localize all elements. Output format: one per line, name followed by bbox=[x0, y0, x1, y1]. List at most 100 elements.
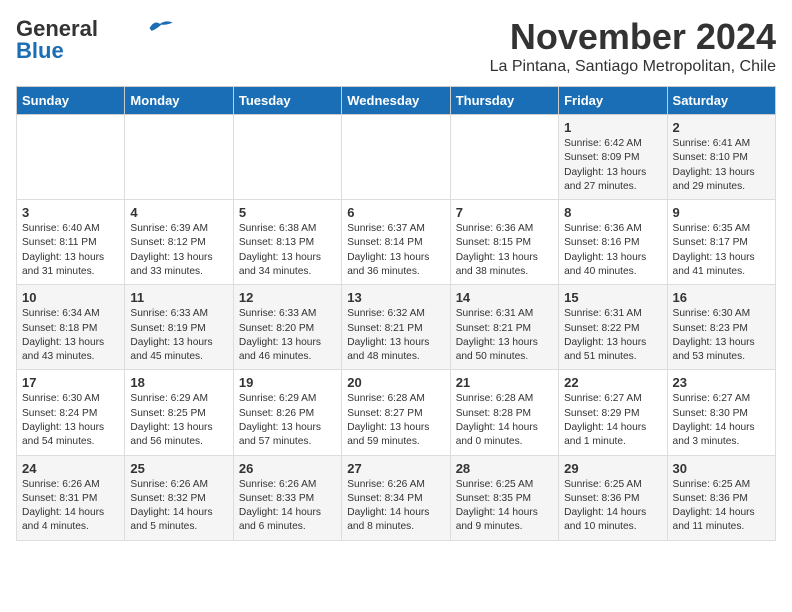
day-info: Sunrise: 6:28 AM Sunset: 8:27 PM Dayligh… bbox=[347, 392, 444, 449]
day-number: 3 bbox=[22, 205, 119, 220]
day-info: Sunrise: 6:36 AM Sunset: 8:16 PM Dayligh… bbox=[564, 222, 661, 279]
weekday-header-thursday: Thursday bbox=[450, 87, 558, 115]
day-number: 4 bbox=[130, 205, 227, 220]
calendar-cell: 23 Sunrise: 6:27 AM Sunset: 8:30 PM Dayli… bbox=[667, 370, 775, 455]
day-number: 18 bbox=[130, 375, 227, 390]
day-info: Sunrise: 6:31 AM Sunset: 8:21 PM Dayligh… bbox=[456, 307, 553, 364]
calendar-cell: 14 Sunrise: 6:31 AM Sunset: 8:21 PM Dayli… bbox=[450, 285, 558, 370]
day-number: 14 bbox=[456, 290, 553, 305]
calendar-cell: 28 Sunrise: 6:25 AM Sunset: 8:35 PM Dayli… bbox=[450, 455, 558, 540]
day-info: Sunrise: 6:31 AM Sunset: 8:22 PM Dayligh… bbox=[564, 307, 661, 364]
calendar-cell: 20 Sunrise: 6:28 AM Sunset: 8:27 PM Dayli… bbox=[342, 370, 450, 455]
calendar-cell: 8 Sunrise: 6:36 AM Sunset: 8:16 PM Daylig… bbox=[559, 200, 667, 285]
calendar-cell: 19 Sunrise: 6:29 AM Sunset: 8:26 PM Dayli… bbox=[233, 370, 341, 455]
calendar-cell: 11 Sunrise: 6:33 AM Sunset: 8:19 PM Dayli… bbox=[125, 285, 233, 370]
day-number: 5 bbox=[239, 205, 336, 220]
calendar-cell: 15Sunrise: 6:31 AM Sunset: 8:22 PM Dayli… bbox=[559, 285, 667, 370]
day-info: Sunrise: 6:26 AM Sunset: 8:34 PM Dayligh… bbox=[347, 478, 444, 535]
calendar-cell: 17 Sunrise: 6:30 AM Sunset: 8:24 PM Dayli… bbox=[17, 370, 125, 455]
calendar-cell bbox=[233, 115, 341, 200]
calendar-cell: 26 Sunrise: 6:26 AM Sunset: 8:33 PM Dayli… bbox=[233, 455, 341, 540]
day-number: 26 bbox=[239, 461, 336, 476]
day-info: Sunrise: 6:26 AM Sunset: 8:31 PM Dayligh… bbox=[22, 478, 119, 535]
day-info: Sunrise: 6:25 AM Sunset: 8:35 PM Dayligh… bbox=[456, 478, 553, 535]
day-info: Sunrise: 6:30 AM Sunset: 8:23 PM Dayligh… bbox=[673, 307, 770, 364]
day-number: 29 bbox=[564, 461, 661, 476]
day-number: 19 bbox=[239, 375, 336, 390]
calendar-cell: 2 Sunrise: 6:41 AM Sunset: 8:10 PM Daylig… bbox=[667, 115, 775, 200]
day-info: Sunrise: 6:25 AM Sunset: 8:36 PM Dayligh… bbox=[673, 478, 770, 535]
calendar-cell: 6 Sunrise: 6:37 AM Sunset: 8:14 PM Daylig… bbox=[342, 200, 450, 285]
day-info: Sunrise: 6:27 AM Sunset: 8:30 PM Dayligh… bbox=[673, 392, 770, 449]
day-info: Sunrise: 6:41 AM Sunset: 8:10 PM Dayligh… bbox=[673, 137, 770, 194]
day-number: 9 bbox=[673, 205, 770, 220]
calendar-cell: 24 Sunrise: 6:26 AM Sunset: 8:31 PM Dayli… bbox=[17, 455, 125, 540]
day-info: Sunrise: 6:40 AM Sunset: 8:11 PM Dayligh… bbox=[22, 222, 119, 279]
day-number: 12 bbox=[239, 290, 336, 305]
calendar-cell: 29 Sunrise: 6:25 AM Sunset: 8:36 PM Dayli… bbox=[559, 455, 667, 540]
calendar-week-row: 3 Sunrise: 6:40 AM Sunset: 8:11 PM Daylig… bbox=[17, 200, 776, 285]
day-info: Sunrise: 6:26 AM Sunset: 8:33 PM Dayligh… bbox=[239, 478, 336, 535]
title-area: November 2024 La Pintana, Santiago Metro… bbox=[490, 16, 776, 76]
calendar-cell: 12 Sunrise: 6:33 AM Sunset: 8:20 PM Dayli… bbox=[233, 285, 341, 370]
day-number: 10 bbox=[22, 290, 119, 305]
calendar-cell: 22 Sunrise: 6:27 AM Sunset: 8:29 PM Dayli… bbox=[559, 370, 667, 455]
day-info: Sunrise: 6:36 AM Sunset: 8:15 PM Dayligh… bbox=[456, 222, 553, 279]
calendar-cell: 18 Sunrise: 6:29 AM Sunset: 8:25 PM Dayli… bbox=[125, 370, 233, 455]
calendar-cell: 21 Sunrise: 6:28 AM Sunset: 8:28 PM Dayli… bbox=[450, 370, 558, 455]
day-info: Sunrise: 6:33 AM Sunset: 8:20 PM Dayligh… bbox=[239, 307, 336, 364]
calendar-cell: 3 Sunrise: 6:40 AM Sunset: 8:11 PM Daylig… bbox=[17, 200, 125, 285]
logo: General Blue bbox=[16, 16, 174, 64]
day-info: Sunrise: 6:26 AM Sunset: 8:32 PM Dayligh… bbox=[130, 478, 227, 535]
day-info: Sunrise: 6:28 AM Sunset: 8:28 PM Dayligh… bbox=[456, 392, 553, 449]
day-info: Sunrise: 6:38 AM Sunset: 8:13 PM Dayligh… bbox=[239, 222, 336, 279]
day-number: 16 bbox=[673, 290, 770, 305]
calendar-cell: 4 Sunrise: 6:39 AM Sunset: 8:12 PM Daylig… bbox=[125, 200, 233, 285]
day-number: 22 bbox=[564, 375, 661, 390]
calendar-cell bbox=[17, 115, 125, 200]
calendar-cell: 13Sunrise: 6:32 AM Sunset: 8:21 PM Dayli… bbox=[342, 285, 450, 370]
day-number: 7 bbox=[456, 205, 553, 220]
calendar-cell: 9 Sunrise: 6:35 AM Sunset: 8:17 PM Daylig… bbox=[667, 200, 775, 285]
day-number: 24 bbox=[22, 461, 119, 476]
calendar-week-row: 10 Sunrise: 6:34 AM Sunset: 8:18 PM Dayli… bbox=[17, 285, 776, 370]
day-number: 11 bbox=[130, 290, 227, 305]
day-info: Sunrise: 6:29 AM Sunset: 8:25 PM Dayligh… bbox=[130, 392, 227, 449]
calendar-cell bbox=[342, 115, 450, 200]
calendar-table: SundayMondayTuesdayWednesdayThursdayFrid… bbox=[16, 86, 776, 541]
day-number: 2 bbox=[673, 120, 770, 135]
weekday-header-row: SundayMondayTuesdayWednesdayThursdayFrid… bbox=[17, 87, 776, 115]
calendar-cell: 16 Sunrise: 6:30 AM Sunset: 8:23 PM Dayli… bbox=[667, 285, 775, 370]
calendar-cell: 5 Sunrise: 6:38 AM Sunset: 8:13 PM Daylig… bbox=[233, 200, 341, 285]
day-number: 30 bbox=[673, 461, 770, 476]
day-info: Sunrise: 6:27 AM Sunset: 8:29 PM Dayligh… bbox=[564, 392, 661, 449]
day-number: 6 bbox=[347, 205, 444, 220]
weekday-header-saturday: Saturday bbox=[667, 87, 775, 115]
day-number: 8 bbox=[564, 205, 661, 220]
day-info: Sunrise: 6:35 AM Sunset: 8:17 PM Dayligh… bbox=[673, 222, 770, 279]
day-number: 20 bbox=[347, 375, 444, 390]
day-number: 28 bbox=[456, 461, 553, 476]
day-number: 21 bbox=[456, 375, 553, 390]
weekday-header-monday: Monday bbox=[125, 87, 233, 115]
day-info: Sunrise: 6:33 AM Sunset: 8:19 PM Dayligh… bbox=[130, 307, 227, 364]
day-info: Sunrise: 6:30 AM Sunset: 8:24 PM Dayligh… bbox=[22, 392, 119, 449]
weekday-header-sunday: Sunday bbox=[17, 87, 125, 115]
logo-blue: Blue bbox=[16, 38, 64, 64]
day-info: Sunrise: 6:37 AM Sunset: 8:14 PM Dayligh… bbox=[347, 222, 444, 279]
day-info: Sunrise: 6:39 AM Sunset: 8:12 PM Dayligh… bbox=[130, 222, 227, 279]
day-number: 27 bbox=[347, 461, 444, 476]
calendar-cell: 10 Sunrise: 6:34 AM Sunset: 8:18 PM Dayli… bbox=[17, 285, 125, 370]
day-info: Sunrise: 6:34 AM Sunset: 8:18 PM Dayligh… bbox=[22, 307, 119, 364]
day-info: Sunrise: 6:25 AM Sunset: 8:36 PM Dayligh… bbox=[564, 478, 661, 535]
day-info: Sunrise: 6:42 AM Sunset: 8:09 PM Dayligh… bbox=[564, 137, 661, 194]
calendar-cell bbox=[450, 115, 558, 200]
weekday-header-friday: Friday bbox=[559, 87, 667, 115]
location-title: La Pintana, Santiago Metropolitan, Chile bbox=[490, 58, 776, 76]
day-number: 17 bbox=[22, 375, 119, 390]
day-number: 25 bbox=[130, 461, 227, 476]
calendar-cell bbox=[125, 115, 233, 200]
day-info: Sunrise: 6:29 AM Sunset: 8:26 PM Dayligh… bbox=[239, 392, 336, 449]
day-number: 23 bbox=[673, 375, 770, 390]
calendar-week-row: 17 Sunrise: 6:30 AM Sunset: 8:24 PM Dayli… bbox=[17, 370, 776, 455]
